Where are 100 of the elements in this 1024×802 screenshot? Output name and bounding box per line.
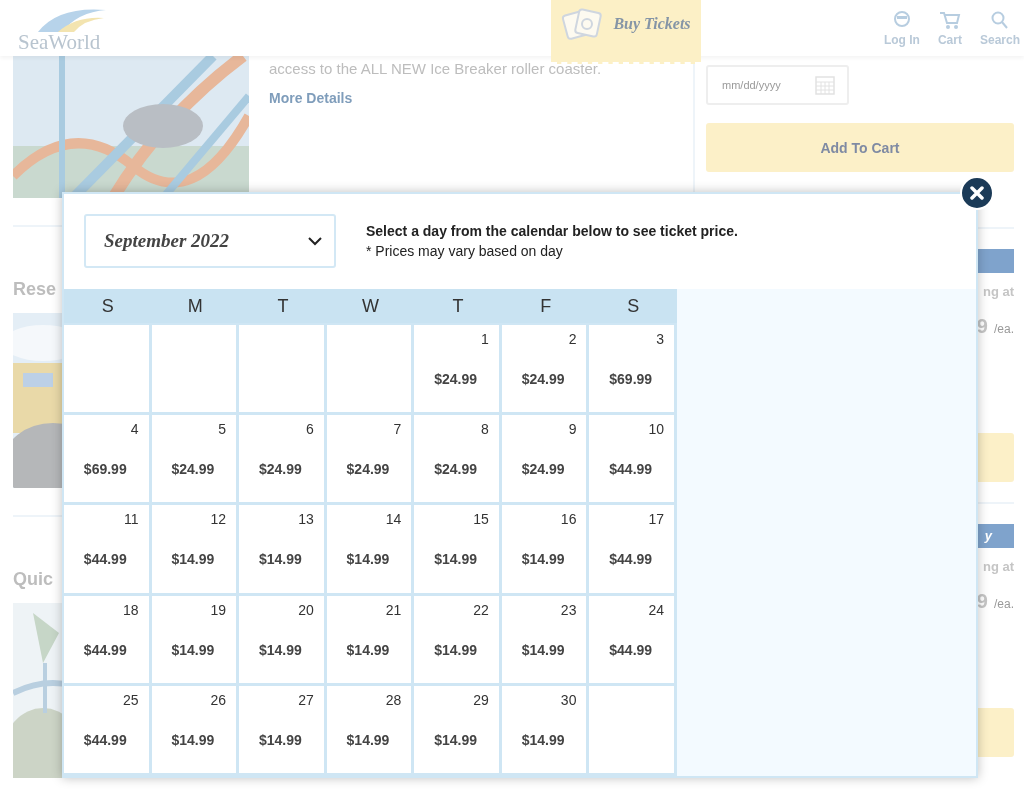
day-price: $24.99 bbox=[259, 461, 302, 478]
day-price: $24.99 bbox=[434, 371, 477, 387]
day-cell[interactable]: 2 $24.99 bbox=[501, 325, 587, 413]
day-number: 21 bbox=[385, 601, 402, 618]
offer-note: ng at bbox=[982, 284, 1014, 299]
offer-price: 9 bbox=[976, 590, 988, 613]
calendar-icon bbox=[815, 75, 835, 95]
day-number: 7 bbox=[393, 421, 402, 438]
day-price: $14.99 bbox=[171, 731, 215, 748]
day-cell[interactable]: 28 $14.99 bbox=[326, 685, 412, 773]
day-number: 6 bbox=[305, 421, 314, 438]
day-price: $44.99 bbox=[83, 551, 127, 568]
day-price: $69.99 bbox=[609, 371, 653, 387]
day-price: $14.99 bbox=[434, 731, 477, 748]
day-cell[interactable]: 1 $24.99 bbox=[414, 325, 499, 413]
day-cell[interactable]: 15 $14.99 bbox=[414, 505, 499, 593]
day-price: $44.99 bbox=[83, 641, 127, 658]
instruction-text: Select a day from the calendar below to see ticket price. bbox=[366, 223, 738, 239]
day-price: $14.99 bbox=[259, 731, 302, 748]
weekday-label: F bbox=[539, 295, 553, 317]
day-number: 18 bbox=[123, 601, 139, 618]
price-unit: /ea. bbox=[994, 322, 1014, 336]
day-price: $14.99 bbox=[171, 551, 215, 568]
day-cell[interactable]: 3 $69.99 bbox=[589, 325, 674, 413]
day-price: $69.99 bbox=[83, 461, 127, 478]
day-cell[interactable]: 16 $14.99 bbox=[501, 505, 587, 593]
day-cell[interactable]: 19 $14.99 bbox=[151, 595, 237, 683]
day-number: 3 bbox=[656, 331, 664, 347]
day-number: 27 bbox=[298, 691, 314, 708]
day-cell[interactable]: 4 $69.99 bbox=[64, 415, 149, 503]
day-price: $14.99 bbox=[434, 551, 477, 568]
close-icon bbox=[970, 186, 984, 200]
day-cell[interactable]: 18 $44.99 bbox=[64, 595, 149, 683]
day-number: 5 bbox=[218, 421, 227, 438]
day-cell[interactable]: 8 $24.99 bbox=[414, 415, 499, 503]
date-field[interactable]: mm/dd/yyyy bbox=[706, 65, 849, 105]
day-price: $24.99 bbox=[521, 371, 565, 387]
day-cell[interactable]: 9 $24.99 bbox=[501, 415, 587, 503]
day-price: $14.99 bbox=[521, 551, 565, 568]
day-number: 8 bbox=[481, 421, 489, 438]
day-cell[interactable]: 17 $44.99 bbox=[589, 505, 674, 593]
weekday-label: S bbox=[626, 295, 641, 317]
day-cell[interactable]: 20 $14.99 bbox=[239, 595, 324, 683]
day-price: $14.99 bbox=[259, 641, 302, 658]
day-price: $44.99 bbox=[609, 461, 653, 478]
day-number: 4 bbox=[130, 421, 139, 438]
day-price: $24.99 bbox=[521, 461, 565, 478]
day-number: 17 bbox=[648, 511, 664, 528]
day-cell[interactable]: 13 $14.99 bbox=[239, 505, 324, 593]
day-number: 29 bbox=[473, 691, 489, 708]
day-cell[interactable]: 22 $14.99 bbox=[414, 595, 499, 683]
month-dropdown[interactable]: September 2022 bbox=[84, 214, 336, 268]
day-price: $14.99 bbox=[521, 641, 565, 658]
day-cell[interactable]: 25 $44.99 bbox=[64, 685, 149, 773]
weekday-label: T bbox=[451, 295, 465, 317]
cart-icon bbox=[938, 10, 961, 30]
day-cell[interactable]: 7 $24.99 bbox=[326, 415, 412, 503]
day-cell[interactable]: 12 $14.99 bbox=[151, 505, 237, 593]
day-number: 14 bbox=[385, 511, 402, 528]
day-cell[interactable]: 6 $24.99 bbox=[239, 415, 324, 503]
day-price: $14.99 bbox=[346, 731, 390, 748]
day-price: $14.99 bbox=[346, 551, 390, 568]
day-cell[interactable]: 11 $44.99 bbox=[64, 505, 149, 593]
day-number: 2 bbox=[568, 331, 577, 347]
day-number: 16 bbox=[560, 511, 577, 528]
day-number: 10 bbox=[648, 421, 664, 438]
day-price: $24.99 bbox=[346, 461, 390, 478]
day-number: 30 bbox=[560, 691, 577, 708]
offer-note: ng at bbox=[982, 559, 1014, 574]
day-cell[interactable]: 5 $24.99 bbox=[151, 415, 237, 503]
day-number: 25 bbox=[123, 691, 139, 708]
day-cell[interactable]: 29 $14.99 bbox=[414, 685, 499, 773]
day-number: 22 bbox=[473, 601, 489, 618]
day-cell[interactable]: 30 $14.99 bbox=[501, 685, 587, 773]
weekday-label: W bbox=[361, 295, 380, 317]
day-cell[interactable]: 10 $44.99 bbox=[589, 415, 674, 503]
offer-price: 9 bbox=[976, 315, 988, 338]
day-number: 20 bbox=[298, 601, 314, 618]
day-number: 26 bbox=[210, 691, 227, 708]
chevron-icon bbox=[308, 236, 322, 246]
day-price: $44.99 bbox=[609, 641, 653, 658]
day-price: $44.99 bbox=[609, 551, 653, 568]
price-unit: /ea. bbox=[994, 597, 1014, 611]
day-number: 23 bbox=[560, 601, 577, 618]
day-cell[interactable]: 14 $14.99 bbox=[326, 505, 412, 593]
day-cell[interactable]: 23 $14.99 bbox=[501, 595, 587, 683]
day-cell[interactable]: 24 $44.99 bbox=[589, 595, 674, 683]
weekday-label: T bbox=[276, 295, 290, 317]
day-number: 19 bbox=[210, 601, 227, 618]
day-cell[interactable]: 21 $14.99 bbox=[326, 595, 412, 683]
day-price: $24.99 bbox=[434, 461, 477, 478]
day-number: 13 bbox=[298, 511, 314, 528]
day-price: $14.99 bbox=[171, 641, 215, 658]
day-price: $14.99 bbox=[259, 551, 302, 568]
day-number: 1 bbox=[481, 331, 489, 347]
day-price: $14.99 bbox=[346, 641, 390, 658]
day-cell[interactable]: 26 $14.99 bbox=[151, 685, 237, 773]
day-price: $14.99 bbox=[521, 731, 565, 748]
day-price: $24.99 bbox=[171, 461, 215, 478]
day-cell[interactable]: 27 $14.99 bbox=[239, 685, 324, 773]
